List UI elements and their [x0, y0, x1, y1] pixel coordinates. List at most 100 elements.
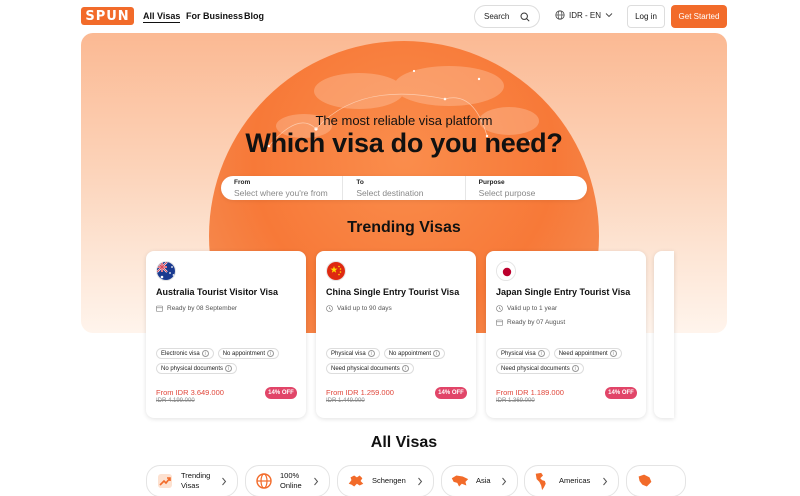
tag: No appointment i	[217, 348, 280, 359]
card-meta: Ready by 08 September	[156, 305, 237, 312]
category-label: Schengen	[372, 476, 406, 485]
tag-label: Physical visa	[501, 350, 536, 357]
visa-card-china[interactable]: China Single Entry Tourist Visa Valid up…	[316, 251, 476, 418]
top-navbar: SPUN All Visas For Business Blog Search …	[0, 0, 800, 32]
ready-date: Ready by 08 September	[167, 305, 238, 312]
category-trending-visas[interactable]: Trending Visas	[146, 465, 238, 496]
tag-label: Physical visa	[331, 350, 366, 357]
nav-blog[interactable]: Blog	[244, 11, 264, 21]
globe-icon	[555, 10, 565, 20]
visa-card-next-peek[interactable]	[654, 251, 674, 418]
from-placeholder: Select where you're from	[234, 188, 328, 198]
category-label: Asia	[476, 476, 491, 485]
card-tags: Electronic visa i No appointment i No phys…	[156, 348, 301, 374]
purpose-field[interactable]: Purpose Select purpose	[464, 176, 587, 200]
tag-label: No appointment	[388, 350, 432, 357]
tag-label: No physical documents	[161, 365, 224, 372]
purpose-placeholder: Select purpose	[478, 188, 536, 198]
validity: Valid up to 1 year	[507, 305, 558, 312]
category-label: Trending Visas	[181, 471, 211, 490]
tag: No appointment i	[383, 348, 446, 359]
globe-icon	[254, 471, 274, 491]
search-button[interactable]: Search	[474, 5, 540, 28]
tag-label: Electronic visa	[161, 350, 200, 357]
chevron-right-icon	[502, 477, 507, 486]
page: SPUN All Visas For Business Blog Search …	[0, 0, 800, 496]
login-button[interactable]: Log in	[627, 5, 665, 28]
info-icon[interactable]: i	[571, 365, 579, 372]
purpose-label: Purpose	[478, 179, 505, 186]
asia-map-icon	[450, 471, 470, 491]
card-title: Australia Tourist Visitor Visa	[156, 287, 279, 297]
australia-flag-icon	[156, 261, 176, 281]
visa-card-australia[interactable]: Australia Tourist Visitor Visa Ready by …	[146, 251, 306, 418]
europe-map-icon	[346, 471, 366, 491]
nav-for-business[interactable]: For Business	[186, 11, 243, 21]
chevron-down-icon	[605, 13, 613, 18]
hero-title: Which visa do you need?	[245, 128, 563, 158]
get-started-button[interactable]: Get Started	[671, 5, 727, 28]
card-meta: Valid up to 1 year	[496, 305, 557, 312]
old-price: IDR 1.449.000	[326, 398, 365, 404]
category-100-online[interactable]: 100% Online	[245, 465, 330, 496]
price: From IDR 1.259.000	[326, 388, 394, 397]
to-field[interactable]: To Select destination	[342, 176, 464, 200]
tag: Physical visa i	[496, 348, 550, 359]
chevron-right-icon	[314, 477, 319, 486]
info-icon[interactable]: i	[225, 365, 233, 372]
search-label: Search	[484, 12, 510, 21]
to-placeholder: Select destination	[356, 188, 424, 198]
tag-label: Need physical documents	[331, 365, 400, 372]
chevron-right-icon	[603, 477, 608, 486]
info-icon[interactable]: i	[537, 350, 545, 357]
info-icon[interactable]: i	[267, 350, 275, 357]
visa-card-japan[interactable]: Japan Single Entry Tourist Visa Valid up…	[486, 251, 646, 418]
from-field[interactable]: From Select where you're from	[221, 176, 342, 200]
from-label: From	[234, 179, 251, 186]
category-label: 100% Online	[280, 471, 302, 490]
category-asia[interactable]: Asia	[441, 465, 518, 496]
category-americas[interactable]: Americas	[524, 465, 619, 496]
tag: Need physical documents i	[326, 363, 414, 374]
tag: Physical visa i	[326, 348, 380, 359]
category-label: Americas	[559, 476, 591, 485]
info-icon[interactable]: i	[609, 350, 617, 357]
nav-all-visas[interactable]: All Visas	[143, 11, 181, 23]
category-next-peek[interactable]	[626, 465, 686, 496]
map-icon	[635, 471, 655, 491]
trending-icon	[155, 471, 175, 491]
tag-label: Need physical documents	[501, 365, 570, 372]
info-icon[interactable]: i	[367, 350, 375, 357]
spun-logo[interactable]: SPUN	[81, 7, 134, 25]
discount-badge: 14% OFF	[435, 387, 467, 399]
calendar-icon	[496, 319, 503, 326]
price: From IDR 3.649.000	[156, 388, 224, 397]
info-icon[interactable]: i	[433, 350, 441, 357]
trending-visas-heading: Trending Visas	[347, 219, 461, 236]
tag-label: No appointment	[222, 350, 266, 357]
old-price: IDR 1.369.000	[496, 398, 535, 404]
tag: Need physical documents i	[496, 363, 584, 374]
language-label: IDR - EN	[569, 10, 601, 20]
clock-icon	[326, 305, 333, 312]
chevron-right-icon	[222, 477, 227, 486]
info-icon[interactable]: i	[201, 350, 209, 357]
discount-badge: 14% OFF	[605, 387, 637, 399]
category-schengen[interactable]: Schengen	[337, 465, 434, 496]
card-tags: Physical visa i No appointment i Need phys…	[326, 348, 471, 374]
language-selector[interactable]: IDR - EN	[555, 10, 613, 20]
to-label: To	[356, 179, 364, 186]
tag: Electronic visa i	[156, 348, 214, 359]
info-icon[interactable]: i	[401, 365, 409, 372]
chevron-right-icon	[418, 477, 423, 486]
all-visas-heading: All Visas	[370, 434, 438, 451]
validity: Valid up to 90 days	[337, 305, 392, 312]
japan-flag-icon	[496, 261, 516, 281]
card-meta: Valid up to 90 days	[326, 305, 392, 312]
old-price: IDR 4.199.000	[156, 398, 195, 404]
hero-subtitle: The most reliable visa platform	[315, 113, 493, 128]
tag: Need appointment i	[553, 348, 622, 359]
americas-map-icon	[533, 471, 553, 491]
card-meta: Ready by 07 August	[496, 319, 565, 326]
china-flag-icon	[326, 261, 346, 281]
